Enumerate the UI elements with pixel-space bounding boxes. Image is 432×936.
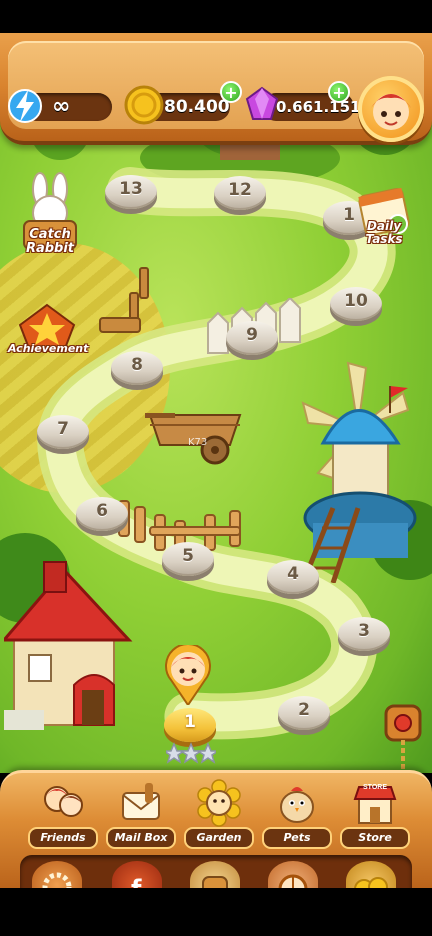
watermark: K73 — [188, 437, 208, 448]
level-number: 12 — [228, 180, 252, 200]
coins-value: 80.400 — [164, 97, 230, 117]
mail-box-button[interactable]: Mail Box — [102, 779, 180, 849]
level-node-5[interactable]: 5 — [162, 542, 214, 582]
level-number: 4 — [287, 564, 299, 584]
mail-box-label: Mail Box — [106, 827, 176, 849]
level-number: 7 — [57, 419, 69, 439]
level-node-2[interactable]: 2 — [278, 696, 330, 736]
lives-value: ∞ — [52, 94, 71, 119]
bottom-tray: f — [20, 855, 412, 903]
level-node-13[interactable]: 13 — [105, 175, 157, 215]
status-bar-area — [0, 0, 432, 33]
level-number: 2 — [298, 700, 310, 720]
achievement-label: Achievement — [8, 342, 89, 355]
lightning-icon — [8, 89, 42, 123]
achievement-button[interactable]: Achievement — [8, 298, 89, 360]
friends-button[interactable]: Friends — [24, 779, 102, 849]
game-screen: K73 1 2 3 4 5 6 7 8 9 10 1 12 13 ∞ 80.40… — [0, 0, 432, 936]
catch-rabbit-button[interactable]: Catch Rabbit — [12, 162, 88, 262]
level-node-4[interactable]: 4 — [267, 560, 319, 600]
level-number: 10 — [344, 291, 368, 311]
level-node-8[interactable]: 8 — [111, 351, 163, 391]
level-number: 3 — [358, 621, 370, 641]
store-sign-text: STORE — [363, 784, 387, 791]
windmill — [300, 361, 417, 583]
coin-icon — [124, 85, 164, 125]
wooden-cart — [145, 413, 242, 465]
store-label: Store — [340, 827, 410, 849]
star-rating-icon — [166, 742, 216, 764]
level-node-10[interactable]: 10 — [330, 287, 382, 327]
garden-button[interactable]: Garden — [180, 779, 258, 849]
friends-label: Friends — [28, 827, 98, 849]
catch-rabbit-label: Catch Rabbit — [25, 227, 75, 256]
add-coins-button[interactable]: + — [220, 81, 242, 103]
pets-button[interactable]: Pets — [258, 779, 336, 849]
garden-label: Garden — [184, 827, 254, 849]
level-node-9[interactable]: 9 — [226, 321, 278, 361]
gem-icon — [245, 86, 279, 120]
mail-icon — [122, 783, 160, 820]
field-fence — [99, 267, 149, 333]
navigation-bar-area — [0, 888, 432, 936]
level-number: 13 — [119, 179, 143, 199]
level-node-12[interactable]: 12 — [214, 176, 266, 216]
level-node-3[interactable]: 3 — [338, 617, 390, 657]
player-marker-icon — [165, 645, 211, 705]
level-number: 6 — [96, 501, 108, 521]
sunflower-icon — [197, 779, 241, 827]
level-number: 8 — [131, 355, 143, 375]
bottom-nav: Friends Mail Box Garden Pets STORE Store… — [0, 770, 432, 903]
avatar-icon — [371, 94, 411, 130]
level-number: 5 — [182, 546, 194, 566]
store-button[interactable]: STORE Store — [336, 779, 414, 849]
daily-tasks-button[interactable]: Daily Tasks — [356, 168, 412, 254]
profile-avatar-button[interactable] — [358, 76, 424, 142]
level-node-7[interactable]: 7 — [37, 415, 89, 455]
level-number: 9 — [246, 325, 258, 345]
daily-tasks-label: Daily Tasks — [365, 219, 403, 246]
red-roof-house — [4, 561, 133, 730]
chicken-icon — [280, 787, 314, 823]
pets-label: Pets — [262, 827, 332, 849]
level-number: 1 — [184, 712, 196, 732]
friends-icon — [44, 786, 83, 817]
add-gems-button[interactable]: + — [328, 81, 350, 103]
level-node-6[interactable]: 6 — [76, 497, 128, 537]
